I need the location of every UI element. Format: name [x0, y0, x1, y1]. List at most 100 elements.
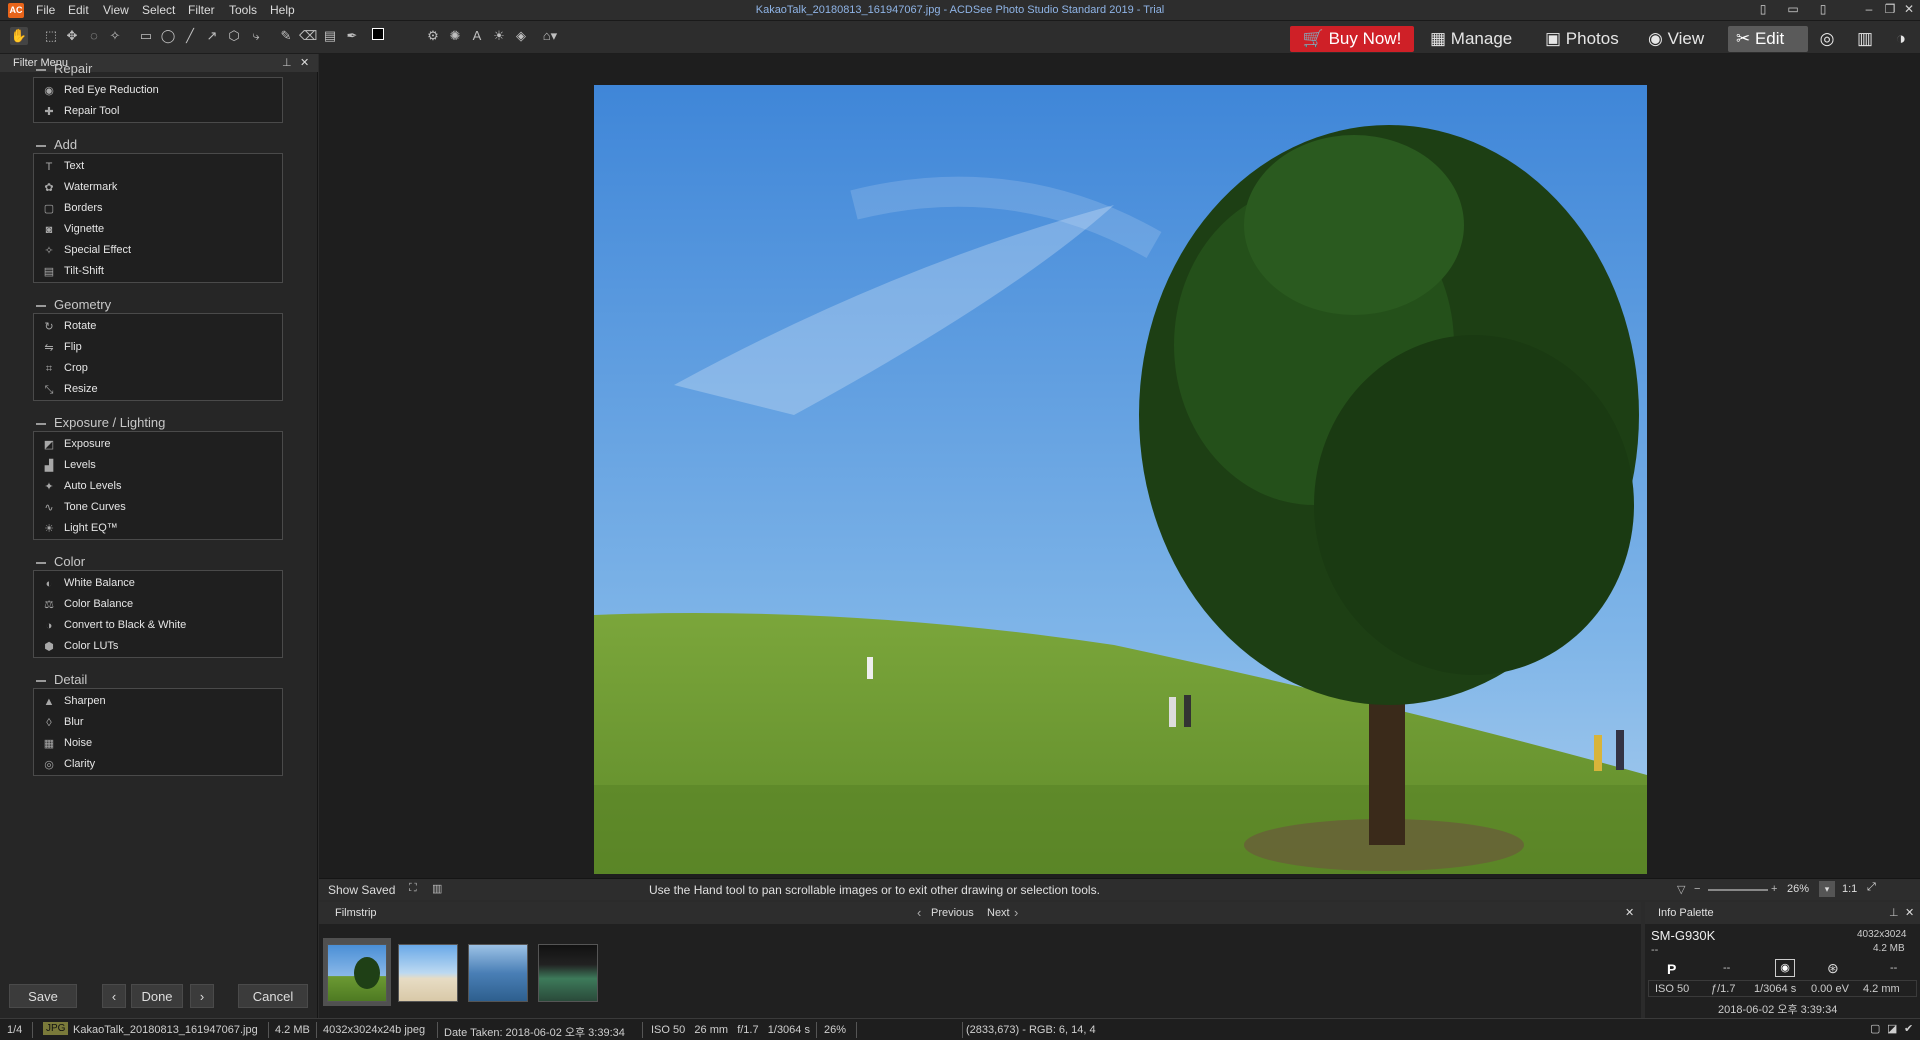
select-all-icon[interactable]: ⬚ [42, 27, 60, 45]
lasso-tool-icon[interactable]: ◌ [85, 27, 103, 45]
filter-item-text[interactable]: T Text [34, 156, 282, 177]
pin-icon[interactable]: ⊥ [282, 56, 292, 69]
menu-view[interactable]: View [103, 3, 129, 17]
filter-item-levels[interactable]: ▟ Levels [34, 455, 282, 476]
menu-edit[interactable]: Edit [68, 3, 89, 17]
filter-item-watermark[interactable]: ✿ Watermark [34, 177, 282, 198]
arrow-tool-icon[interactable]: ↗ [203, 27, 221, 45]
polygon-tool-icon[interactable]: ⬡ [225, 27, 243, 45]
filter-item-red-eye-reduction[interactable]: ◉ Red Eye Reduction [34, 80, 282, 101]
fill-tool-icon[interactable]: ◈ [512, 27, 530, 45]
hand-tool-icon[interactable]: ✋ [10, 27, 28, 45]
collapse-group-icon[interactable] [36, 305, 46, 307]
filter-item-rotate[interactable]: ↻ Rotate [34, 316, 282, 337]
filter-item-borders[interactable]: ▢ Borders [34, 198, 282, 219]
filter-item-vignette[interactable]: ◙ Vignette [34, 219, 282, 240]
close-panel-icon[interactable]: ✕ [300, 56, 309, 69]
settings-icon[interactable]: ⚙ [424, 27, 442, 45]
close-info-icon[interactable]: ✕ [1905, 906, 1914, 919]
group-title-add[interactable]: Add [54, 137, 77, 152]
zoom-out-icon[interactable]: − [1694, 883, 1700, 895]
thumbnail-3[interactable] [468, 944, 528, 1002]
previous-chevron-icon[interactable]: ‹ [917, 905, 921, 920]
filter-item-special-effect[interactable]: ✧ Special Effect [34, 240, 282, 261]
edited-photo[interactable] [594, 85, 1647, 874]
color-swatch-icon[interactable] [366, 27, 390, 45]
zoom-in-icon[interactable]: + [1771, 883, 1777, 895]
zoom-slider[interactable] [1708, 889, 1768, 891]
checkmark-icon[interactable]: ✔ [1904, 1022, 1913, 1035]
panorama-360-icon[interactable]: ◎ [1814, 26, 1840, 52]
histogram-icon[interactable]: ▥ [432, 882, 442, 895]
next-chevron-icon[interactable]: › [1014, 905, 1018, 920]
view-mode-button[interactable]: ◉ View [1640, 26, 1712, 52]
menu-filter[interactable]: Filter [188, 3, 215, 17]
filter-item-noise[interactable]: ▦ Noise [34, 733, 282, 754]
filter-item-flip[interactable]: ⇋ Flip [34, 337, 282, 358]
filter-item-white-balance[interactable]: ◐ White Balance [34, 573, 282, 594]
compare-icon[interactable]: ◪ [1887, 1022, 1897, 1035]
close-window-button[interactable]: ✕ [1900, 2, 1918, 18]
move-tool-icon[interactable]: ✥ [63, 27, 81, 45]
save-button[interactable]: Save [9, 984, 77, 1008]
gear-icon[interactable]: ✺ [446, 27, 464, 45]
photos-mode-button[interactable]: ▣ Photos [1537, 26, 1627, 52]
menu-help[interactable]: Help [270, 3, 295, 17]
restore-button[interactable]: ❐ [1881, 2, 1899, 18]
filter-item-sharpen[interactable]: ▲ Sharpen [34, 691, 282, 712]
filter-item-resize[interactable]: ⤡ Resize [34, 379, 282, 400]
next-button[interactable]: Next [987, 907, 1010, 919]
zoom-menu-button[interactable]: ▾ [1819, 881, 1835, 897]
manage-mode-button[interactable]: ▦ Manage [1422, 26, 1520, 52]
gradient-tool-icon[interactable]: ▤ [321, 27, 339, 45]
magic-wand-icon[interactable]: ✧ [106, 27, 124, 45]
collapse-group-icon[interactable] [36, 423, 46, 425]
light-tool-icon[interactable]: ☀ [490, 27, 508, 45]
thumbnail-2[interactable] [398, 944, 458, 1002]
develop-eye-icon[interactable]: ◑ [1888, 26, 1914, 52]
dashboard-icon[interactable]: ▥ [1852, 26, 1878, 52]
filter-item-repair-tool[interactable]: ✚ Repair Tool [34, 101, 282, 122]
edit-mode-button[interactable]: ✂ Edit [1728, 26, 1808, 52]
collapse-group-icon[interactable] [36, 69, 46, 71]
filter-item-crop[interactable]: ⌗ Crop [34, 358, 282, 379]
zoom-dropdown-icon[interactable]: ▽ [1677, 883, 1685, 896]
group-title-geometry[interactable]: Geometry [54, 297, 111, 312]
collapse-group-icon[interactable] [36, 145, 46, 147]
menu-select[interactable]: Select [142, 3, 175, 17]
previous-image-button[interactable]: ‹ [102, 984, 126, 1008]
filter-item-blur[interactable]: ◊ Blur [34, 712, 282, 733]
previous-button[interactable]: Previous [931, 907, 974, 919]
filter-item-auto-levels[interactable]: ✦ Auto Levels [34, 476, 282, 497]
buy-now-button[interactable]: 🛒 Buy Now! [1290, 26, 1414, 52]
line-tool-icon[interactable]: ╱ [181, 27, 199, 45]
layout-bottom-icon[interactable]: ▭ [1784, 2, 1802, 18]
brush-tool-icon[interactable]: ✎ [277, 27, 295, 45]
show-saved-button[interactable]: Show Saved [328, 883, 395, 897]
menu-file[interactable]: File [36, 3, 55, 17]
group-title-exposure-lighting[interactable]: Exposure / Lighting [54, 415, 165, 430]
fullscreen-icon[interactable]: ⛶ [409, 882, 417, 895]
filter-item-color-balance[interactable]: ⚖ Color Balance [34, 594, 282, 615]
filter-item-tilt-shift[interactable]: ▤ Tilt-Shift [34, 261, 282, 282]
filter-item-tone-curves[interactable]: ∿ Tone Curves [34, 497, 282, 518]
collapse-group-icon[interactable] [36, 680, 46, 682]
layout-right-icon[interactable]: ▯ [1814, 2, 1832, 18]
filter-item-clarity[interactable]: ◎ Clarity [34, 754, 282, 775]
rectangle-select-icon[interactable]: ▭ [137, 27, 155, 45]
group-title-detail[interactable]: Detail [54, 672, 87, 687]
thumbnail-1[interactable] [327, 944, 387, 1002]
minimize-button[interactable]: – [1860, 2, 1878, 18]
thumbnail-4[interactable] [538, 944, 598, 1002]
eraser-tool-icon[interactable]: ⌫ [299, 27, 317, 45]
group-title-repair[interactable]: Repair [54, 61, 92, 76]
view-toggle-icon[interactable]: ▢ [1870, 1022, 1880, 1035]
filter-item-exposure[interactable]: ◩ Exposure [34, 434, 282, 455]
eyedropper-icon[interactable]: ✒ [343, 27, 361, 45]
actual-size-button[interactable]: 1:1 [1842, 883, 1857, 895]
collapse-group-icon[interactable] [36, 562, 46, 564]
info-pin-icon[interactable]: ⊥ [1889, 906, 1899, 919]
cancel-button[interactable]: Cancel [238, 984, 308, 1008]
filter-item-convert-to-black-white[interactable]: ◑ Convert to Black & White [34, 615, 282, 636]
group-title-color[interactable]: Color [54, 554, 85, 569]
